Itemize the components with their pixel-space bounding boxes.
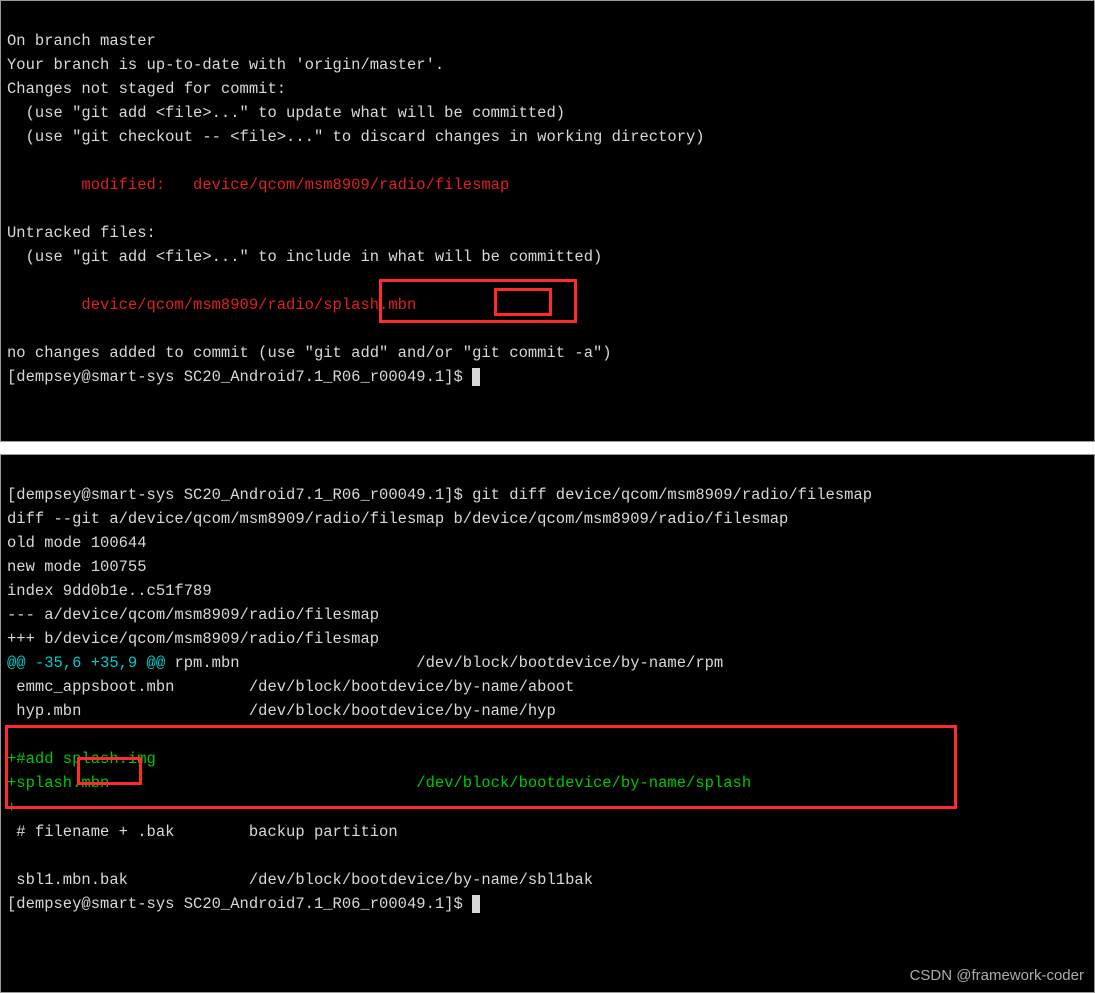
prompt-line[interactable]: [dempsey@smart-sys SC20_Android7.1_R06_r… (7, 368, 480, 386)
terminal-git-status[interactable]: On branch master Your branch is up-to-da… (0, 0, 1095, 442)
shell-prompt: [dempsey@smart-sys SC20_Android7.1_R06_r… (7, 895, 472, 913)
status-line: (use "git add <file>..." to update what … (7, 104, 565, 122)
diff-context-line: # filename + .bak backup partition (7, 823, 398, 841)
diff-added-line: +#add splash.img (7, 750, 156, 768)
shell-prompt: [dempsey@smart-sys SC20_Android7.1_R06_r… (7, 486, 472, 504)
diff-hunk-line: @@ -35,6 +35,9 @@ rpm.mbn /dev/block/boo… (7, 654, 723, 672)
diff-mode-line: new mode 100755 (7, 558, 147, 576)
diff-context-line: hyp.mbn /dev/block/bootdevice/by-name/hy… (7, 702, 556, 720)
diff-context-line (7, 847, 16, 865)
status-line: Untracked files: (7, 224, 156, 242)
watermark-text: CSDN @framework-coder (910, 964, 1084, 987)
modified-file-line: modified: device/qcom/msm8909/radio/file… (7, 176, 509, 194)
status-line: On branch master (7, 32, 156, 50)
diff-plus-file: +++ b/device/qcom/msm8909/radio/filesmap (7, 630, 379, 648)
hunk-context: rpm.mbn /dev/block/bootdevice/by-name/rp… (165, 654, 723, 672)
status-line: (use "git checkout -- <file>..." to disc… (7, 128, 705, 146)
diff-context-line: sbl1.mbn.bak /dev/block/bootdevice/by-na… (7, 871, 593, 889)
diff-header-line: diff --git a/device/qcom/msm8909/radio/f… (7, 510, 788, 528)
status-line: Your branch is up-to-date with 'origin/m… (7, 56, 444, 74)
status-line: no changes added to commit (use "git add… (7, 344, 612, 362)
diff-index-line: index 9dd0b1e..c51f789 (7, 582, 212, 600)
hunk-range: @@ -35,6 +35,9 @@ (7, 654, 165, 672)
prompt-line[interactable]: [dempsey@smart-sys SC20_Android7.1_R06_r… (7, 486, 872, 504)
command-text: git diff device/qcom/msm8909/radio/files… (472, 486, 872, 504)
prompt-line[interactable]: [dempsey@smart-sys SC20_Android7.1_R06_r… (7, 895, 480, 913)
diff-minus-file: --- a/device/qcom/msm8909/radio/filesmap (7, 606, 379, 624)
diff-context-line: emmc_appsboot.mbn /dev/block/bootdevice/… (7, 678, 574, 696)
status-line: (use "git add <file>..." to include in w… (7, 248, 602, 266)
cursor-icon (472, 895, 480, 913)
diff-mode-line: old mode 100644 (7, 534, 147, 552)
shell-prompt: [dempsey@smart-sys SC20_Android7.1_R06_r… (7, 368, 472, 386)
diff-added-line: +splash.mbn /dev/block/bootdevice/by-nam… (7, 774, 751, 792)
highlight-box-splash-mbn-inner (494, 288, 552, 316)
status-line: Changes not staged for commit: (7, 80, 286, 98)
terminal-git-diff[interactable]: [dempsey@smart-sys SC20_Android7.1_R06_r… (0, 454, 1095, 992)
untracked-file-line: device/qcom/msm8909/radio/splash.mbn (7, 296, 416, 314)
cursor-icon (472, 368, 480, 386)
diff-context-line (7, 726, 16, 744)
diff-added-line: + (7, 799, 16, 817)
